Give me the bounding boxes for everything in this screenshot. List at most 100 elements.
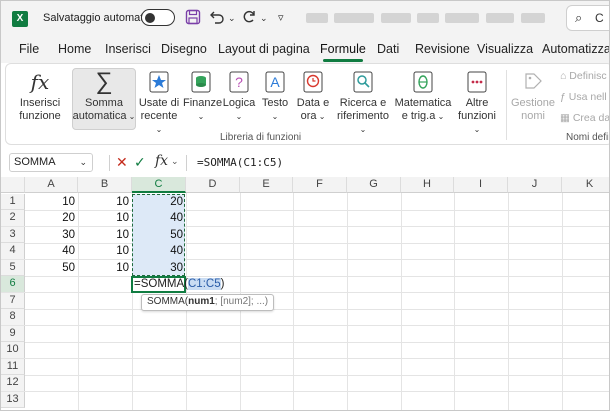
cancel-icon[interactable]: ✕ [116, 154, 128, 171]
cell-b2[interactable]: 10 [78, 210, 129, 226]
lookup-reference-button[interactable]: Ricerca e riferimento ⌄ [334, 70, 392, 136]
cell-b1[interactable]: 10 [78, 194, 129, 210]
cell-b4[interactable]: 10 [78, 243, 129, 259]
cell-a3[interactable]: 30 [25, 227, 75, 243]
defined-names-group-label: Nomi defin [566, 132, 610, 143]
tab-review[interactable]: Revisione [415, 42, 470, 56]
text-label: Testo [261, 97, 289, 109]
column-header[interactable]: B [78, 177, 132, 193]
column-header[interactable]: F [293, 177, 347, 193]
tab-draw[interactable]: Disegno [161, 42, 207, 56]
row-header[interactable]: 11 [1, 358, 25, 375]
undo-icon[interactable] [209, 9, 225, 27]
column-header-selected[interactable]: C [132, 177, 186, 193]
confirm-icon[interactable]: ✓ [134, 154, 146, 171]
row-header[interactable]: 7 [1, 292, 25, 309]
cell-a2[interactable]: 20 [25, 210, 75, 226]
cell-c3[interactable]: 50 [132, 227, 183, 243]
row-header[interactable]: 2 [1, 210, 25, 227]
excel-window: X Salvataggio automatico ⌄ ⌄ ▿ ⌕ C File … [0, 0, 610, 411]
row-header[interactable]: 3 [1, 226, 25, 243]
name-box-value: SOMMA [14, 156, 56, 168]
column-header[interactable]: H [401, 177, 454, 193]
grid-line [1, 292, 609, 293]
cell-c5[interactable]: 30 [132, 260, 183, 276]
column-header[interactable]: A [25, 177, 78, 193]
insert-function-icon[interactable]: fx [155, 153, 168, 169]
text-functions-button[interactable]: A Testo ⌄ [260, 70, 290, 123]
cell-c1[interactable]: 20 [132, 194, 183, 210]
names-label-1: Gestione [510, 97, 556, 109]
name-box[interactable]: SOMMA ⌄ [9, 153, 93, 172]
recent-functions-button[interactable]: Usate di recente ⌄ [138, 70, 180, 136]
use-in-formula-item[interactable]: ƒ Usa nell [560, 91, 607, 103]
create-from-selection-item[interactable]: ▦ Crea da [560, 112, 609, 124]
active-cell-editor[interactable]: =SOMMA(C1:C5) [131, 276, 224, 293]
redo-dropdown-icon[interactable]: ⌄ [260, 9, 268, 27]
edit-range-ref: C1:C5 [188, 278, 221, 290]
cell-c2[interactable]: 40 [132, 210, 183, 226]
insert-function-button[interactable]: fx Inserisci funzione [18, 70, 62, 123]
blurred-filename [445, 13, 479, 23]
grid-line [1, 325, 609, 326]
tab-insert[interactable]: Inserisci [105, 42, 151, 56]
column-header[interactable]: J [508, 177, 562, 193]
cell-a1[interactable]: 10 [25, 194, 75, 210]
tab-automate[interactable]: Automatizza [542, 42, 609, 56]
column-header[interactable]: E [240, 177, 293, 193]
tab-home[interactable]: Home [58, 42, 91, 56]
tab-data[interactable]: Dati [377, 42, 399, 56]
column-header[interactable]: G [347, 177, 401, 193]
search-box[interactable]: ⌕ C [566, 5, 609, 31]
cell-b3[interactable]: 10 [78, 227, 129, 243]
save-icon[interactable] [185, 9, 201, 27]
row-header[interactable]: 10 [1, 342, 25, 359]
row-header[interactable]: 12 [1, 375, 25, 392]
column-header[interactable]: D [186, 177, 240, 193]
more-functions-button[interactable]: Altre funzioni ⌄ [454, 70, 500, 136]
undo-dropdown-icon[interactable]: ⌄ [228, 9, 236, 27]
row-header[interactable]: 9 [1, 325, 25, 342]
tab-formulas[interactable]: Formule [320, 42, 366, 56]
cell-c4[interactable]: 40 [132, 243, 183, 259]
chevron-down-icon[interactable]: ⌄ [171, 156, 179, 167]
row-header[interactable]: 8 [1, 309, 25, 326]
autosave-toggle[interactable] [141, 9, 175, 26]
name-manager-button[interactable]: Gestione nomi [510, 70, 556, 123]
column-header[interactable]: I [454, 177, 508, 193]
clock-icon [302, 70, 324, 94]
math-trig-button[interactable]: Matematica e trig.a ⌄ [394, 70, 452, 123]
function-argument-tooltip[interactable]: SOMMA(num1; [num2]; ...) [141, 294, 275, 311]
sigma-icon: ∑ [95, 68, 113, 95]
blurred-filename [417, 13, 439, 23]
tab-page-layout[interactable]: Layout di pagina [218, 42, 310, 56]
formula-bar: SOMMA ⌄ ✕ ✓ fx ⌄ =SOMMA(C1:C5) [1, 151, 609, 175]
chevron-down-icon: ⌄ [271, 112, 279, 121]
column-header[interactable]: K [562, 177, 609, 193]
finance-button[interactable]: Finanze ⌄ [183, 70, 222, 123]
tab-file[interactable]: File [19, 42, 39, 56]
row-header[interactable]: 13 [1, 391, 25, 408]
cell-a5[interactable]: 50 [25, 260, 75, 276]
row-header[interactable]: 4 [1, 243, 25, 260]
lookup-icon [352, 70, 374, 94]
spreadsheet-grid[interactable]: A B C D E F G H I J K 1 2 3 4 5 6 7 8 9 … [1, 177, 609, 410]
autosum-button[interactable]: ∑ Somma automatica ⌄ [72, 70, 136, 123]
function-library-group-label: Libreria di funzioni [220, 132, 302, 143]
row-header[interactable]: 5 [1, 259, 25, 276]
cell-b5[interactable]: 10 [78, 260, 129, 276]
formula-input[interactable]: =SOMMA(C1:C5) [197, 156, 283, 169]
tab-view[interactable]: Visualizza [477, 42, 533, 56]
row-header-selected[interactable]: 6 [1, 276, 25, 293]
row-header[interactable]: 1 [1, 193, 25, 210]
cell-a4[interactable]: 40 [25, 243, 75, 259]
select-all-corner[interactable] [1, 177, 25, 193]
tag-icon [522, 70, 544, 94]
datetime-label-1: Data e [296, 97, 330, 109]
redo-icon[interactable] [241, 9, 257, 27]
date-time-button[interactable]: Data e ora ⌄ [294, 70, 332, 123]
more-functions-icon [466, 70, 488, 94]
define-name-item[interactable]: ⌂ Definisc [560, 70, 607, 82]
customize-toolbar-icon[interactable]: ▿ [278, 9, 284, 27]
logic-button[interactable]: ? Logica ⌄ [222, 70, 256, 123]
